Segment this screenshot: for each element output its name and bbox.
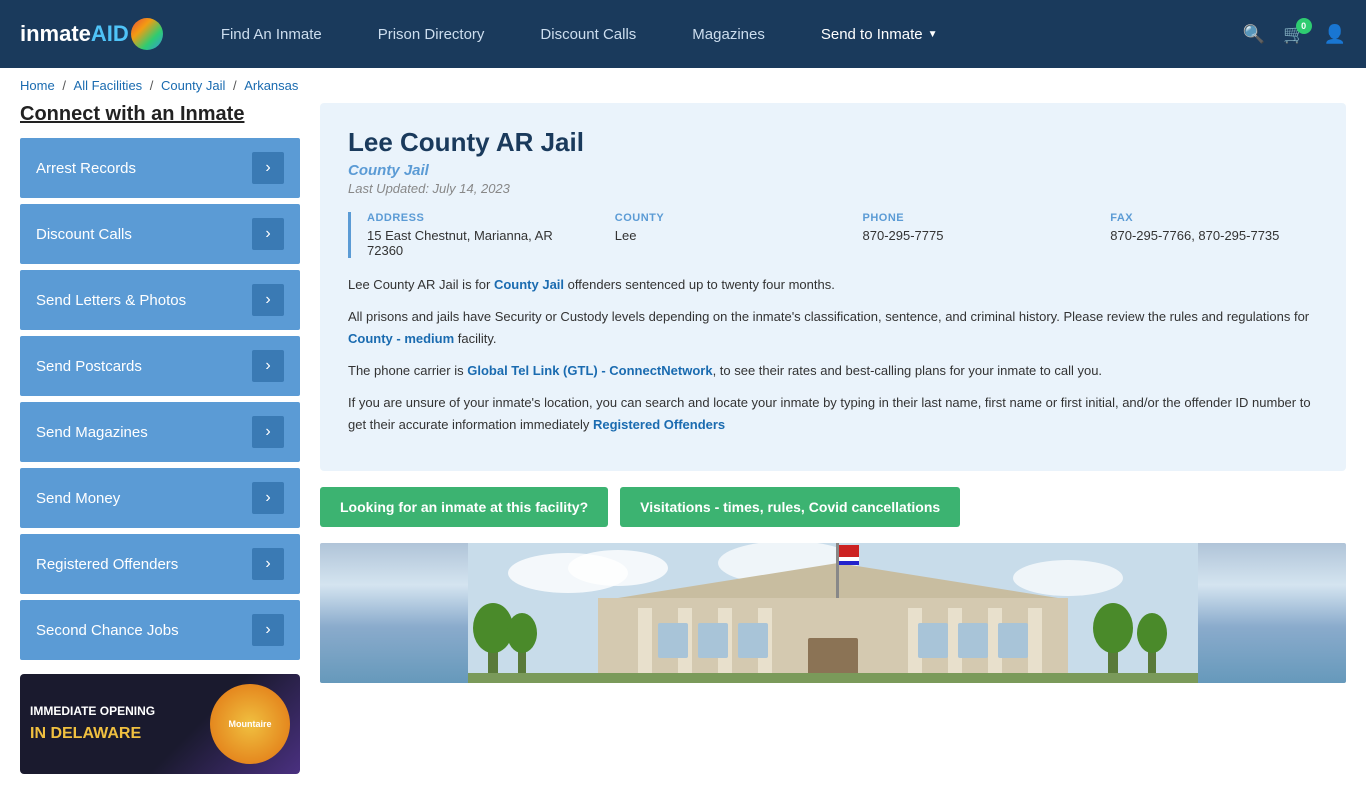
facility-type: County Jail [348,162,1318,179]
main-layout: Connect with an Inmate Arrest Records › … [0,103,1366,794]
facility-title: Lee County AR Jail [348,127,1318,158]
desc-2: All prisons and jails have Security or C… [348,306,1318,350]
facility-description: Lee County AR Jail is for County Jail of… [348,274,1318,437]
sidebar-item-send-money[interactable]: Send Money › [20,468,300,528]
building-illustration [320,543,1346,683]
logo[interactable]: inmateAID [20,18,163,50]
search-icon[interactable]: 🔍 [1243,24,1265,45]
breadcrumb-sep: / [62,78,69,93]
arrow-icon: › [252,218,284,250]
nav-discount-calls[interactable]: Discount Calls [512,0,664,68]
sidebar-item-send-postcards[interactable]: Send Postcards › [20,336,300,396]
content-area: Lee County AR Jail County Jail Last Upda… [320,103,1346,683]
facility-card: Lee County AR Jail County Jail Last Upda… [320,103,1346,471]
sidebar-item-registered-offenders[interactable]: Registered Offenders › [20,534,300,594]
link-gtl[interactable]: Global Tel Link (GTL) - ConnectNetwork [467,363,712,378]
arrow-icon: › [252,416,284,448]
user-icon[interactable]: 👤 [1324,24,1346,45]
link-registered-offenders[interactable]: Registered Offenders [593,417,725,432]
breadcrumb-home[interactable]: Home [20,78,55,93]
ad-text: IMMEDIATE OPENING IN DELAWARE [20,692,200,757]
nav-magazines[interactable]: Magazines [664,0,793,68]
breadcrumb-sep2: / [150,78,157,93]
ad-logo-circle: Mountaire [210,684,290,764]
breadcrumb-all-facilities[interactable]: All Facilities [74,78,143,93]
meta-phone: PHONE 870-295-7775 [863,212,1071,258]
nav-prison-directory[interactable]: Prison Directory [350,0,513,68]
header-actions: 🔍 🛒 0 👤 [1243,24,1346,45]
sidebar: Connect with an Inmate Arrest Records › … [20,103,300,774]
sidebar-title: Connect with an Inmate [20,103,300,126]
cart-button[interactable]: 🛒 0 [1283,24,1305,45]
chevron-down-icon: ▼ [928,29,938,40]
visitations-button[interactable]: Visitations - times, rules, Covid cancel… [620,487,960,527]
meta-address: ADDRESS 15 East Chestnut, Marianna, AR 7… [367,212,575,258]
facility-updated: Last Updated: July 14, 2023 [348,181,1318,196]
nav-find-inmate[interactable]: Find An Inmate [193,0,350,68]
sidebar-item-discount-calls[interactable]: Discount Calls › [20,204,300,264]
facility-meta: ADDRESS 15 East Chestnut, Marianna, AR 7… [348,212,1318,258]
main-nav: Find An Inmate Prison Directory Discount… [193,0,1243,68]
facility-photo [320,543,1346,683]
desc-4: If you are unsure of your inmate's locat… [348,392,1318,436]
link-county-jail[interactable]: County Jail [494,277,564,292]
meta-fax: FAX 870-295-7766, 870-295-7735 [1110,212,1318,258]
looking-for-inmate-button[interactable]: Looking for an inmate at this facility? [320,487,608,527]
breadcrumb-sep3: / [233,78,240,93]
breadcrumb-arkansas[interactable]: Arkansas [244,78,298,93]
desc-3: The phone carrier is Global Tel Link (GT… [348,360,1318,382]
logo-icon [131,18,163,50]
arrow-icon: › [252,614,284,646]
sidebar-item-arrest-records[interactable]: Arrest Records › [20,138,300,198]
sidebar-item-second-chance-jobs[interactable]: Second Chance Jobs › [20,600,300,660]
action-buttons: Looking for an inmate at this facility? … [320,487,1346,527]
nav-send-to-inmate[interactable]: Send to Inmate ▼ [793,0,966,68]
arrow-icon: › [252,482,284,514]
sidebar-ad[interactable]: IMMEDIATE OPENING IN DELAWARE Mountaire [20,674,300,774]
sidebar-item-send-letters[interactable]: Send Letters & Photos › [20,270,300,330]
breadcrumb: Home / All Facilities / County Jail / Ar… [0,68,1366,103]
link-county-medium[interactable]: County - medium [348,331,454,346]
arrow-icon: › [252,350,284,382]
arrow-icon: › [252,548,284,580]
arrow-icon: › [252,152,284,184]
breadcrumb-county-jail[interactable]: County Jail [161,78,225,93]
cart-badge: 0 [1296,18,1312,34]
arrow-icon: › [252,284,284,316]
meta-county: COUNTY Lee [615,212,823,258]
sidebar-item-send-magazines[interactable]: Send Magazines › [20,402,300,462]
desc-1: Lee County AR Jail is for County Jail of… [348,274,1318,296]
logo-text: inmateAID [20,21,129,47]
